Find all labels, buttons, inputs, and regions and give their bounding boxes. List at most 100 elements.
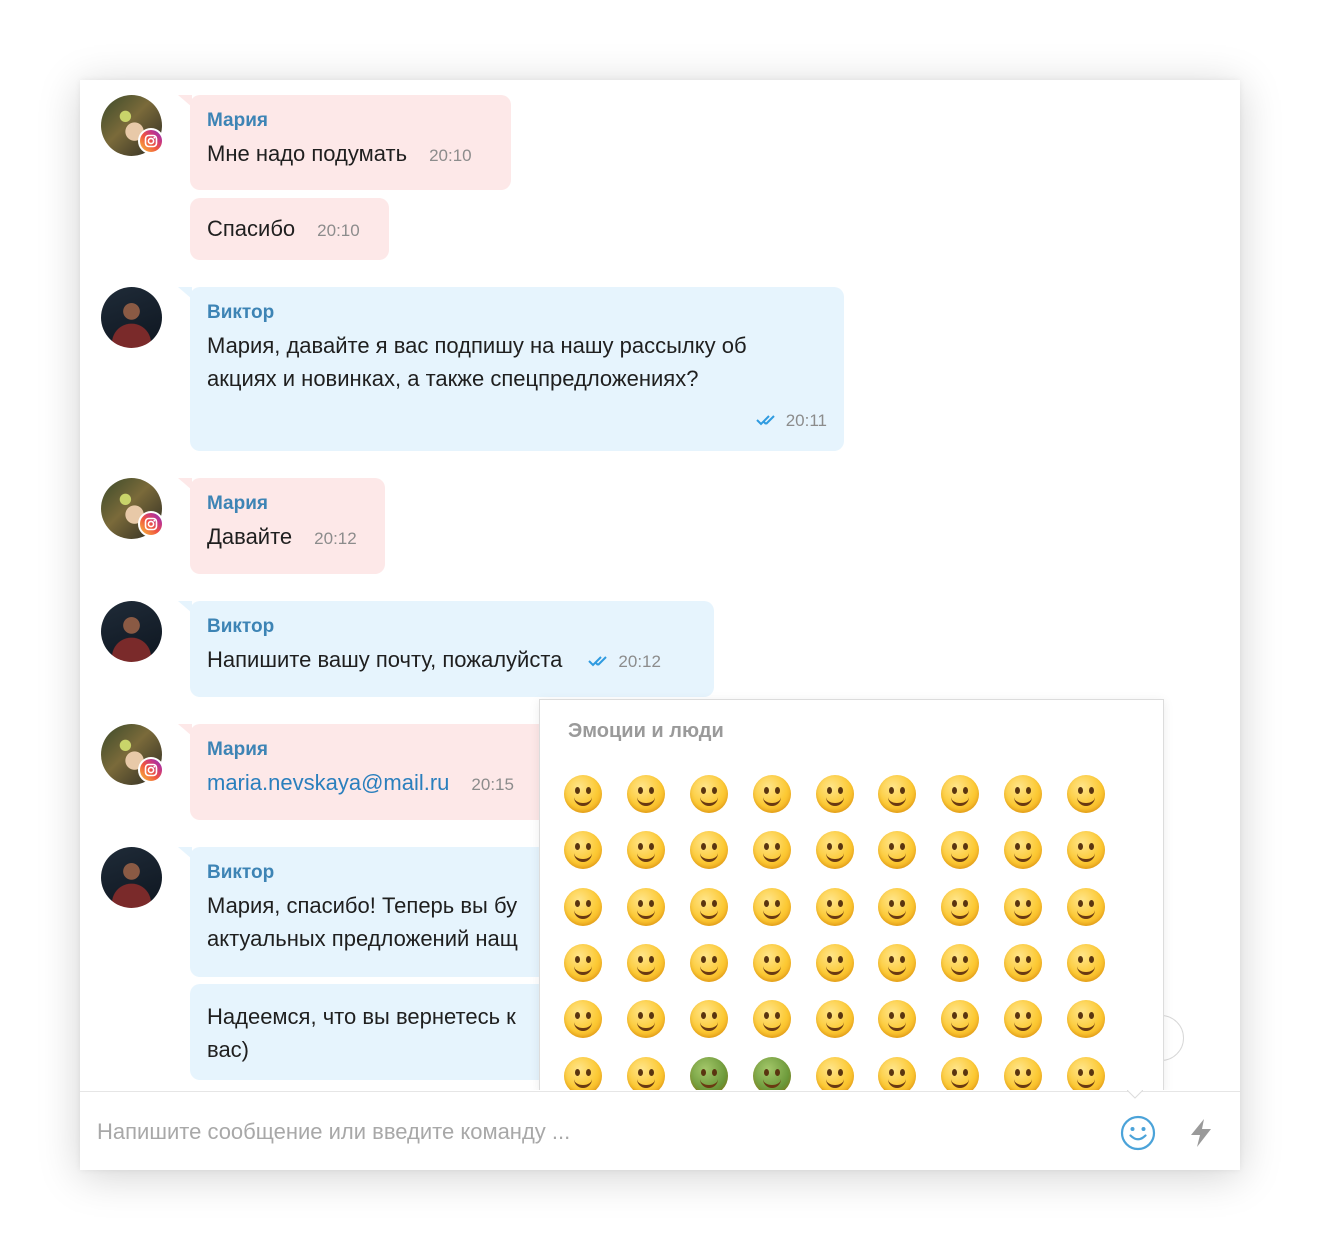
message-bubble[interactable]: Мария Давайте 20:12 [190,478,385,574]
quick-commands-button[interactable] [1182,1114,1220,1152]
emoji-option[interactable]: 🙄 [552,991,615,1047]
emoji-option[interactable]: 😑 [866,935,929,991]
emoji-option[interactable]: 🤑 [929,879,992,935]
emoji-option[interactable]: 😌 [740,991,803,1047]
message-bubble[interactable]: Спасибо 20:10 [190,198,389,260]
emoji-option[interactable]: 🤩 [866,822,929,878]
message-author[interactable]: Мария [207,109,494,133]
emoji-option[interactable]: 🤨 [740,935,803,991]
instagram-icon [138,128,164,154]
emoji-face-icon [689,1056,728,1090]
emoji-option[interactable]: 😎 [1054,1047,1117,1090]
instagram-icon [138,511,164,537]
message-text: Надеемся, что вы вернетесь к вас) [207,1000,553,1066]
message-input[interactable] [97,1112,1097,1152]
emoji-option[interactable]: 🤐 [678,935,741,991]
emoji-option[interactable]: 😁 [740,766,803,822]
emoji-option[interactable]: 🤢 [678,1047,741,1090]
message-text: Напишите вашу почту, пожалуйста [207,647,563,672]
emoji-option[interactable]: 🤯 [929,1047,992,1090]
message-bubble[interactable]: Мария Мне надо подумать 20:10 [190,95,511,190]
emoji-option[interactable]: 😄 [678,766,741,822]
message-bubble[interactable]: Виктор Мария, давайте я вас подпишу на н… [190,287,844,451]
emoji-picker[interactable]: Эмоции и люди 😀😃😄😁😆😅🤣😂🙂 🙃😉😊😇😍🤩😘😗😚 😙😋😛😜🤪😝🤑🤗… [539,699,1164,1090]
message-bubble[interactable]: Виктор Мария, спасибо! Теперь вы бу акту… [190,847,570,977]
emoji-option[interactable]: 😝 [866,879,929,935]
message-text-line: вас) [207,1037,250,1062]
emoji-option[interactable]: 🤭 [1054,879,1117,935]
emoji-option[interactable]: 🤔 [615,935,678,991]
avatar-photo [101,601,162,662]
message-author[interactable]: Виктор [207,301,827,325]
message-author[interactable]: Мария [207,738,553,762]
emoji-option[interactable]: 😙 [552,879,615,935]
emoji-option[interactable]: 😗 [992,822,1055,878]
emoji-option[interactable]: 🙂 [1054,766,1117,822]
message-time: 20:12 [314,529,357,548]
emoji-option[interactable]: 😃 [615,766,678,822]
message-author[interactable]: Мария [207,492,368,516]
email-link[interactable]: maria.nevskaya@mail.ru [207,770,449,795]
emoji-option[interactable]: 😚 [1054,822,1117,878]
emoji-option[interactable]: 😐 [803,935,866,991]
emoji-option[interactable]: 🤮 [740,1047,803,1090]
message-text-line: Надеемся, что вы вернетесь к [207,1004,516,1029]
message-bubble[interactable]: Виктор Напишите вашу почту, пожалуйста 20… [190,601,714,697]
emoji-option[interactable]: 🤗 [992,879,1055,935]
avatar-photo [101,847,162,908]
emoji-option[interactable]: 🤧 [803,1047,866,1090]
message-author[interactable]: Виктор [207,861,553,885]
emoji-option[interactable]: 😶 [929,935,992,991]
emoji-face-icon [941,1056,980,1090]
avatar-viktor[interactable] [101,287,162,348]
emoji-option[interactable]: 😆 [803,766,866,822]
emoji-option[interactable]: 😋 [615,879,678,935]
emoji-option[interactable]: 😍 [803,822,866,878]
avatar-viktor[interactable] [101,847,162,908]
emoji-option[interactable]: 🙃 [552,822,615,878]
emoji-option[interactable]: 😅 [866,766,929,822]
emoji-face-icon [1066,1056,1105,1090]
emoji-option[interactable]: 😔 [803,991,866,1047]
message-author[interactable]: Виктор [207,615,697,639]
emoji-option[interactable]: 😘 [929,822,992,878]
emoji-option[interactable]: 🤣 [929,766,992,822]
emoji-option[interactable]: 😇 [740,822,803,878]
message-list[interactable]: Мария Мне надо подумать 20:10 Спасибо 20:1… [80,80,1240,1090]
emoji-button[interactable] [1119,1114,1157,1152]
message-text: Мария, давайте я вас подпишу на нашу рас… [207,329,827,395]
emoji-option[interactable]: 😊 [678,822,741,878]
emoji-option[interactable]: 🤕 [615,1047,678,1090]
emoji-option[interactable]: 😂 [992,766,1055,822]
double-check-icon [756,415,775,426]
message-text: Мария, спасибо! Теперь вы бу актуальных … [207,889,553,955]
double-check-icon [588,656,608,667]
message-time: 20:15 [471,775,514,794]
emoji-option[interactable]: 🤤 [929,991,992,1047]
emoji-option[interactable]: 😒 [1054,935,1117,991]
message-bubble[interactable]: Мария maria.nevskaya@mail.ru 20:15 [190,724,570,820]
emoji-option[interactable]: 😀 [552,766,615,822]
message-time: 20:12 [618,652,661,671]
avatar-viktor[interactable] [101,601,162,662]
emoji-option[interactable]: 🤥 [678,991,741,1047]
emoji-option[interactable]: 😛 [678,879,741,935]
emoji-option[interactable]: 😪 [866,991,929,1047]
emoji-option[interactable]: 🤒 [552,1047,615,1090]
message-text-line: Мария, спасибо! Теперь вы бу [207,893,518,918]
emoji-option[interactable]: 😜 [740,879,803,935]
emoji-option[interactable]: 😷 [1054,991,1117,1047]
message-bubble[interactable]: Надеемся, что вы вернетесь к вас) [190,984,570,1080]
avatar-photo [101,287,162,348]
emoji-option[interactable]: 🤪 [803,879,866,935]
emoji-option[interactable]: 😏 [992,935,1055,991]
emoji-option[interactable]: 🤠 [992,1047,1055,1090]
message-status: 20:12 [588,652,661,671]
emoji-option[interactable]: 😵 [866,1047,929,1090]
emoji-option[interactable]: 😉 [615,822,678,878]
message-status: 20:11 [756,411,827,431]
emoji-option[interactable]: 😬 [615,991,678,1047]
emoji-option[interactable]: 😴 [992,991,1055,1047]
emoji-picker-caret [1127,1090,1143,1099]
emoji-option[interactable]: 🤫 [552,935,615,991]
